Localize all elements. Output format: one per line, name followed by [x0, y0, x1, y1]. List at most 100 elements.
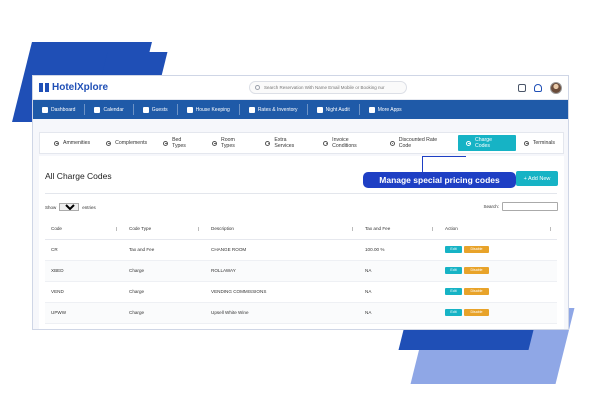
edit-button[interactable]: Edit [445, 267, 462, 274]
table-header-row: Code Code Type Description Tax and Fee A… [45, 219, 557, 240]
top-icons [518, 81, 562, 94]
search-label: Search: [483, 204, 499, 209]
nav-house-keeping[interactable]: House Keeping [184, 100, 233, 119]
tab-ammenities[interactable]: Ammenities [46, 135, 98, 151]
table-row: CR Tax and Fee CHANGE ROOM 100.00 % Edit… [45, 239, 557, 261]
search-icon [255, 85, 260, 90]
table-search-input[interactable] [502, 202, 558, 211]
tab-terminals[interactable]: Terminals [516, 135, 563, 151]
tab-label: Room Types [220, 137, 235, 149]
description-cell: CHANGE ROOM [205, 239, 359, 261]
action-cell: Edit Disable [439, 281, 557, 303]
tax-cell: NA [359, 302, 439, 324]
edit-button[interactable]: Edit [445, 309, 462, 316]
page-length-control: Show 10 entries [45, 203, 96, 211]
column-header[interactable]: Code [45, 219, 123, 240]
nav-more-apps[interactable]: More Apps [366, 100, 405, 119]
page-title: All Charge Codes [45, 171, 112, 181]
tab-label: Terminals [532, 140, 556, 146]
app-logo[interactable]: HotelXplore [39, 82, 249, 93]
sort-icon [432, 227, 435, 231]
tab-label: Bed Types [172, 137, 186, 149]
disable-button[interactable]: Disable [464, 288, 489, 295]
housekeeping-icon [186, 106, 193, 113]
column-label: Description [211, 226, 234, 232]
code-cell: CR [45, 239, 123, 261]
radio-icon [106, 140, 112, 146]
rates-icon [248, 106, 255, 113]
sort-icon [550, 227, 553, 231]
fullscreen-icon[interactable] [518, 83, 526, 92]
nav-label: Night Audit [325, 106, 350, 113]
divider [358, 104, 360, 115]
column-header[interactable]: Description [205, 219, 359, 240]
nav-calendar[interactable]: Calendar [91, 100, 126, 119]
tax-cell: 100.00 % [359, 239, 439, 261]
sort-icon [352, 227, 355, 231]
divider [132, 104, 134, 115]
column-header[interactable]: Code Type [123, 219, 205, 240]
tab-complements[interactable]: Complements [98, 135, 155, 151]
nav-label: House Keeping [195, 106, 230, 113]
avatar[interactable] [550, 81, 562, 94]
app-name: HotelXplore [52, 82, 109, 93]
radio-icon [523, 140, 529, 146]
column-label: Code [51, 226, 62, 232]
table-row: UPWW Charge Upsell White Wine NA Edit Dis… [45, 302, 557, 324]
tab-label: Ammenities [63, 140, 91, 146]
column-label: Action [445, 226, 458, 232]
radio-icon [163, 140, 169, 146]
divider [238, 104, 240, 115]
edit-button[interactable]: Edit [445, 246, 462, 253]
tax-cell: NA [359, 281, 439, 303]
type-cell: Charge [123, 302, 205, 324]
nav-guests[interactable]: Guests [140, 100, 171, 119]
show-label: Show [45, 204, 57, 210]
action-cell: Edit Disable [439, 302, 557, 324]
nav-label: Calendar [103, 106, 124, 113]
stage: HotelXplore Dashboard Calendar Guests Ho… [0, 0, 600, 400]
column-header[interactable]: Action [439, 219, 557, 240]
sort-icon [116, 227, 119, 231]
search-input[interactable] [263, 85, 401, 90]
page-length-select[interactable]: 10 [59, 203, 80, 211]
guests-icon [142, 106, 149, 113]
nav-night-audit[interactable]: Night Audit [314, 100, 353, 119]
tab-room-types[interactable]: Room Types [204, 135, 257, 151]
disable-button[interactable]: Disable [464, 267, 489, 274]
nav-dashboard[interactable]: Dashboard [39, 100, 78, 119]
tab-label: Charge Codes [474, 137, 492, 149]
code-cell: XBED [45, 260, 123, 282]
global-search[interactable] [249, 81, 407, 94]
tab-discounted-rate-code[interactable]: Discounted Rate Code [382, 135, 458, 151]
column-header[interactable]: Tax and Fee [359, 219, 439, 240]
type-cell: Tax and Fee [123, 239, 205, 261]
headset-icon[interactable] [534, 83, 542, 92]
nav-rates-inventory[interactable]: Rates & Inventory [246, 100, 301, 119]
tab-bed-types[interactable]: Bed Types [155, 135, 204, 151]
calendar-icon [94, 106, 101, 113]
column-label: Code Type [129, 226, 152, 232]
disable-button[interactable]: Disable [464, 309, 489, 316]
tab-label: Extra Services [274, 137, 295, 149]
tab-label: Invoice Conditions [332, 137, 357, 149]
edit-button[interactable]: Edit [445, 288, 462, 295]
nav-label: Rates & Inventory [257, 106, 298, 113]
description-cell: Upsell White Wine [205, 302, 359, 324]
tab-extra-services[interactable]: Extra Services [257, 135, 315, 151]
apps-grid-icon [368, 106, 375, 113]
type-cell: Charge [123, 281, 205, 303]
tab-charge-codes[interactable]: Charge Codes [458, 135, 516, 151]
divider [176, 104, 178, 115]
logo-icon [39, 82, 50, 93]
night-audit-icon [316, 106, 323, 113]
top-bar: HotelXplore [33, 76, 568, 100]
disable-button[interactable]: Disable [464, 246, 489, 253]
callout-banner: Manage special pricing codes [363, 172, 516, 188]
divider [45, 193, 557, 194]
type-cell: Charge [123, 260, 205, 282]
add-new-button[interactable]: + Add New [516, 171, 558, 186]
tab-invoice-conditions[interactable]: Invoice Conditions [315, 135, 382, 151]
radio-icon [54, 140, 59, 146]
table-row: VEND Charge VENDING COMMISSIONS NA Edit D… [45, 281, 557, 303]
